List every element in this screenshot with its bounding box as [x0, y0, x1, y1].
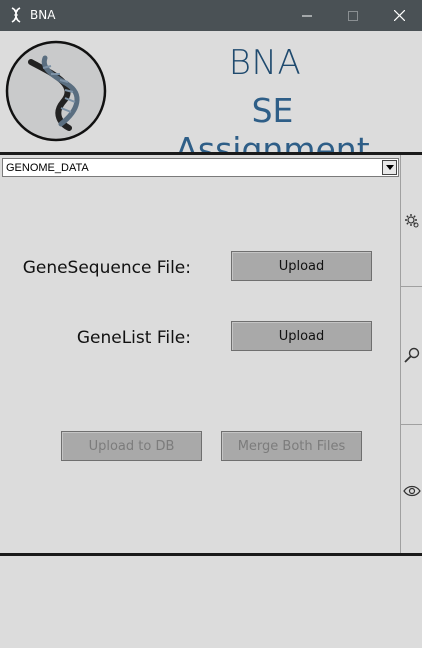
- search-icon[interactable]: [403, 346, 421, 364]
- minimize-icon: [302, 15, 312, 16]
- minimize-button[interactable]: [284, 0, 330, 31]
- gene-sequence-label: GeneSequence File:: [22, 258, 191, 278]
- close-icon: [393, 10, 405, 21]
- dna-logo: [5, 40, 107, 142]
- dataset-dropdown-value: GENOME_DATA: [6, 162, 89, 174]
- side-rail: [400, 155, 422, 553]
- eye-icon[interactable]: [403, 482, 421, 500]
- main-panel: GENOME_DATA GeneSequence File: Upload Ge…: [0, 155, 400, 553]
- rail-separator: [401, 286, 422, 287]
- brand-name: BNA: [228, 43, 302, 83]
- footer-area: [0, 556, 422, 648]
- title-bar: BNA: [0, 0, 422, 31]
- settings-icon[interactable]: [403, 212, 421, 230]
- window-title: BNA: [30, 8, 56, 22]
- merge-files-button[interactable]: Merge Both Files: [221, 431, 362, 461]
- rail-separator: [401, 424, 422, 425]
- chevron-down-icon[interactable]: [382, 160, 397, 175]
- dataset-dropdown[interactable]: GENOME_DATA: [2, 158, 399, 177]
- gene-sequence-upload-button[interactable]: Upload: [231, 251, 372, 281]
- maximize-icon: [348, 10, 358, 21]
- close-button[interactable]: [376, 0, 422, 31]
- gene-list-label: GeneList File:: [76, 328, 191, 348]
- upload-to-db-button[interactable]: Upload to DB: [61, 431, 202, 461]
- dna-icon: [11, 7, 21, 23]
- maximize-button[interactable]: [330, 0, 376, 31]
- gene-list-upload-button[interactable]: Upload: [231, 321, 372, 351]
- app-header: BNA SE Assignment: [0, 31, 422, 169]
